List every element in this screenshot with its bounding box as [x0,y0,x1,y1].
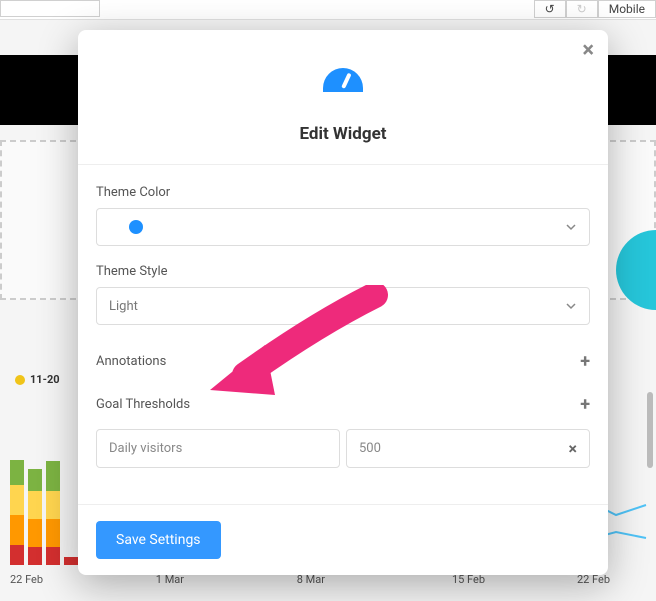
threshold-value-input[interactable] [359,441,533,456]
modal-header: Edit Widget [78,30,608,164]
remove-icon[interactable]: × [569,439,578,458]
modal-body: Theme Color Theme Style Light Annotation… [78,164,608,504]
theme-color-label: Theme Color [96,185,590,200]
gauge-icon [318,60,368,114]
plus-icon[interactable]: + [580,351,590,372]
save-settings-button[interactable]: Save Settings [96,521,221,559]
theme-style-select[interactable]: Light [96,287,590,325]
goal-thresholds-row[interactable]: Goal Thresholds + [96,386,590,429]
threshold-name-input[interactable] [96,429,340,468]
chevron-down-icon [565,300,577,312]
threshold-row: × [96,429,590,468]
edit-widget-modal: × Edit Widget Theme Color Theme Style Li… [78,30,608,575]
goal-thresholds-label: Goal Thresholds [96,397,190,412]
modal-footer: Save Settings [78,504,608,575]
theme-color-select[interactable] [96,208,590,246]
color-swatch-icon [129,220,143,234]
close-icon[interactable]: × [582,40,594,62]
plus-icon[interactable]: + [580,394,590,415]
theme-style-label: Theme Style [96,264,590,279]
threshold-value-wrapper: × [346,429,590,468]
chevron-down-icon [565,221,577,233]
theme-style-value: Light [109,299,138,314]
modal-title: Edit Widget [98,124,588,144]
annotations-label: Annotations [96,354,166,369]
annotations-row[interactable]: Annotations + [96,343,590,386]
scrollbar-thumb[interactable] [647,392,653,468]
